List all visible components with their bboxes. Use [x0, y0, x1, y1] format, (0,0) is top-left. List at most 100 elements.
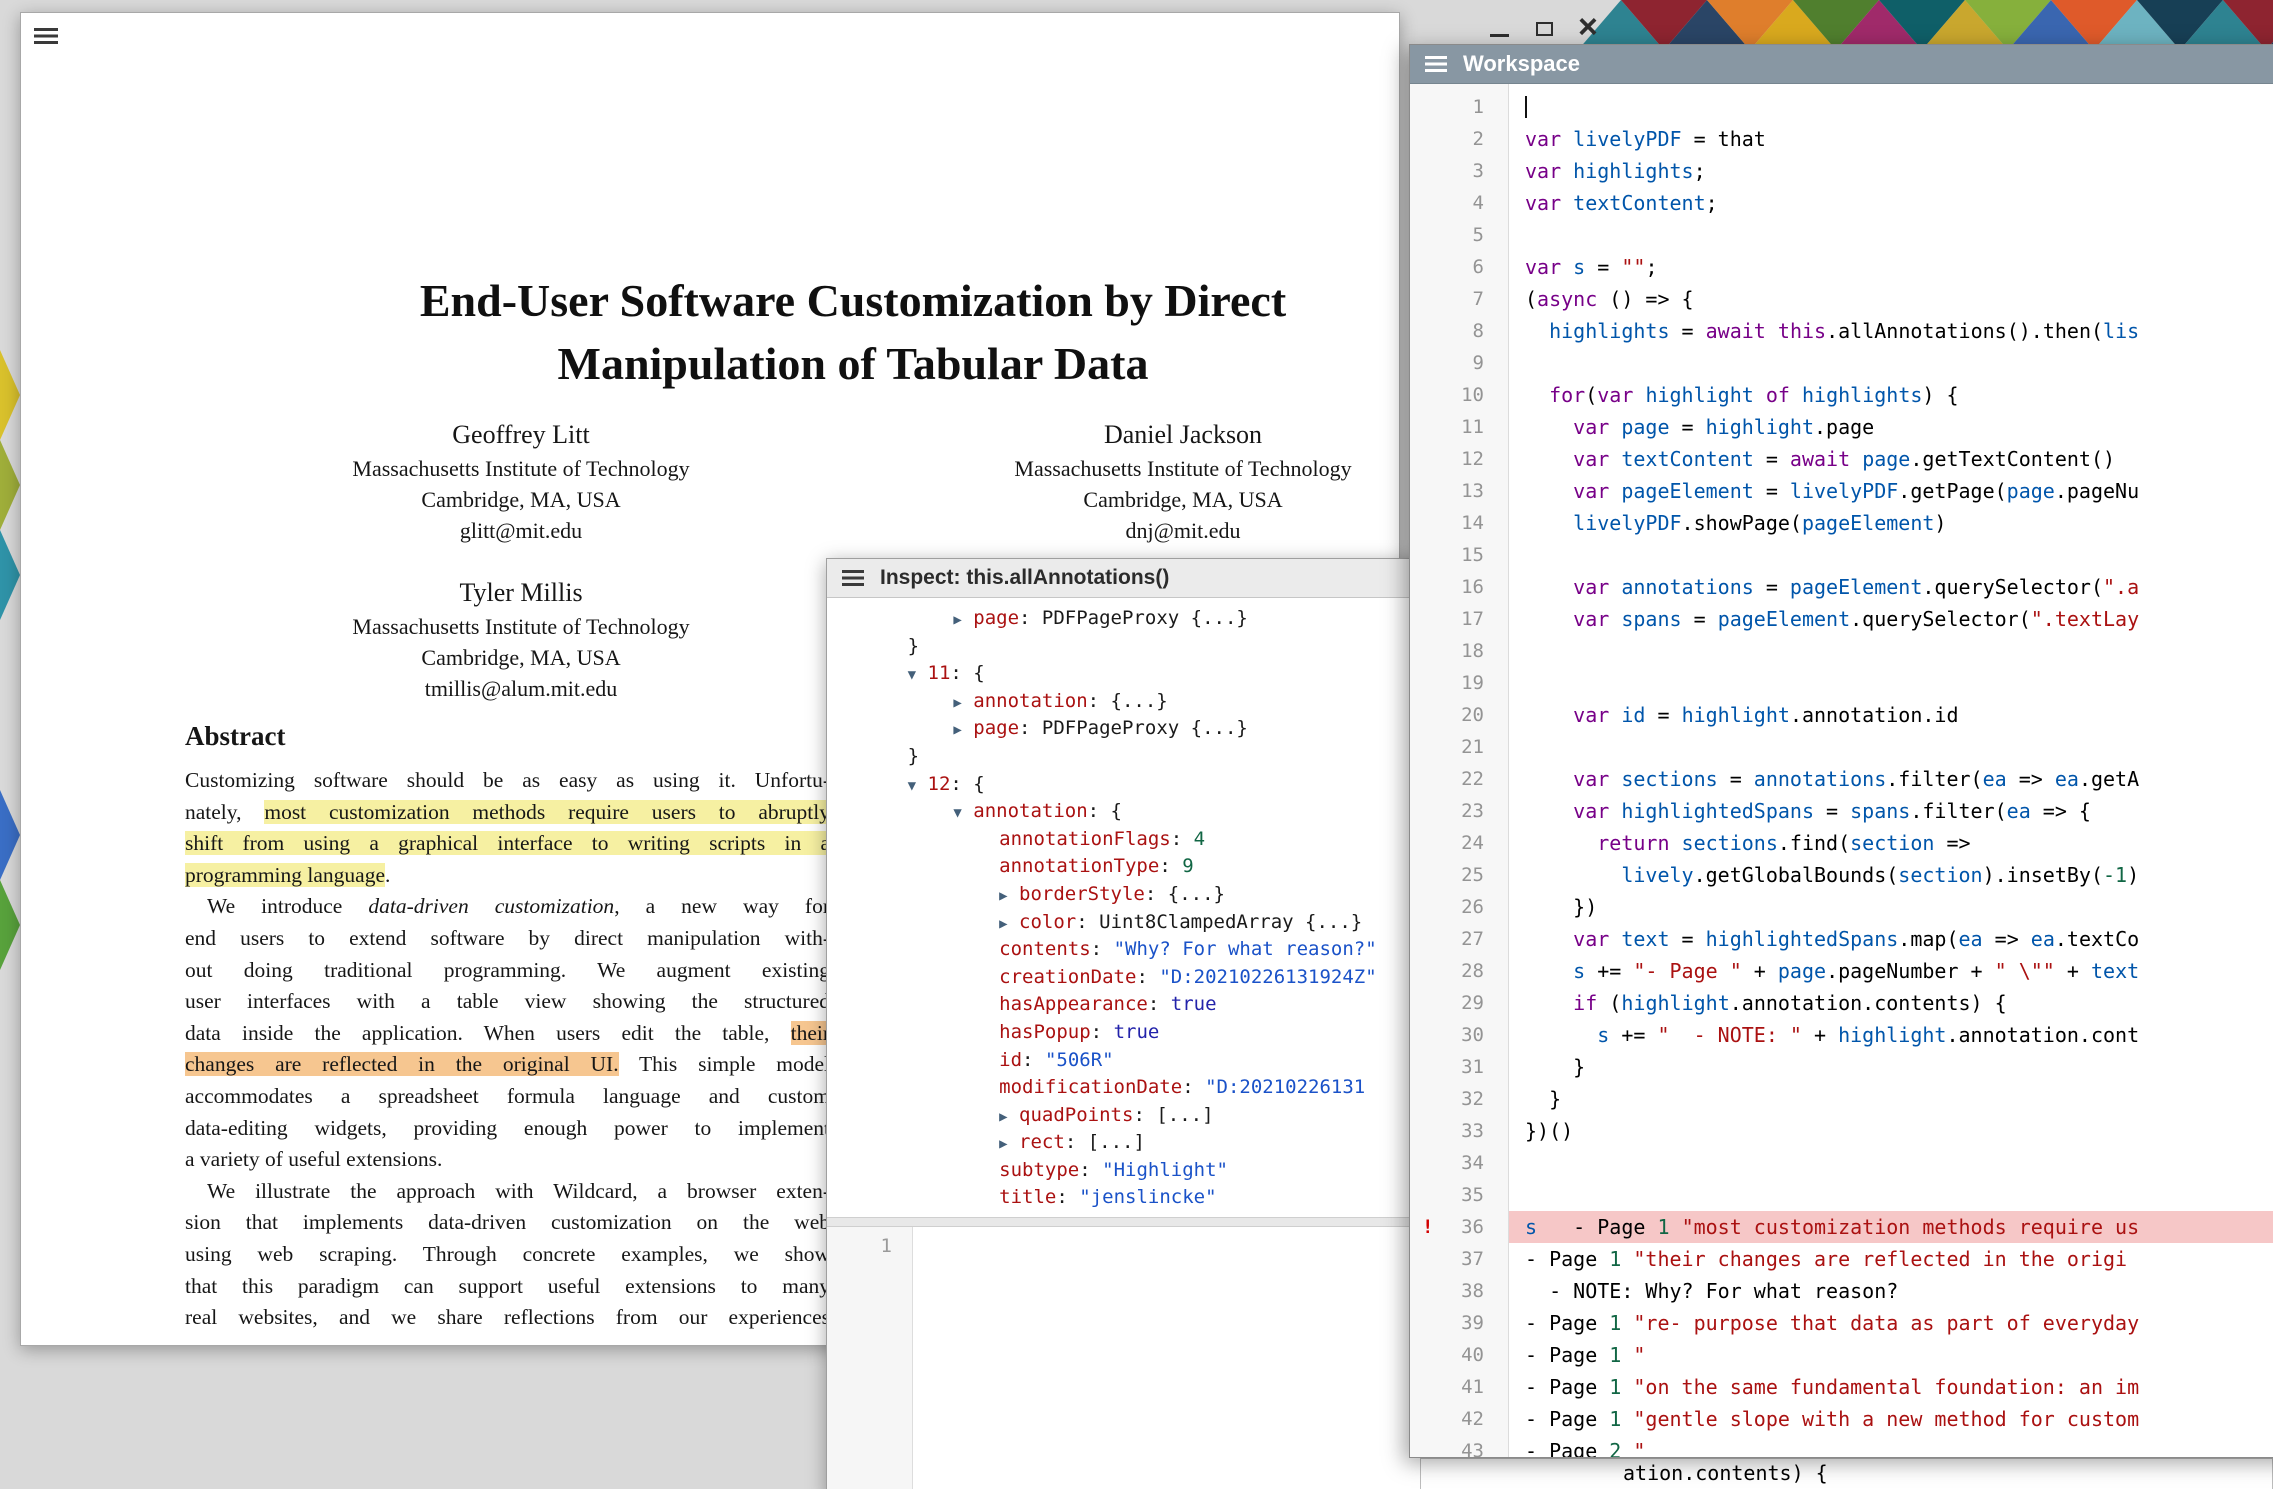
code-line[interactable]: [1509, 1179, 2273, 1211]
code-line[interactable]: var highlightedSpans = spans.filter(ea =…: [1509, 795, 2273, 827]
code-line[interactable]: - Page 1 "on the same fundamental founda…: [1509, 1371, 2273, 1403]
code-line[interactable]: var annotations = pageElement.querySelec…: [1509, 571, 2273, 603]
author-name: Geoffrey Litt: [185, 417, 857, 453]
code-line[interactable]: s += "- Page " + page.pageNumber + " \""…: [1509, 955, 2273, 987]
author-email: tmillis@alum.mit.edu: [185, 673, 857, 704]
line-number-gutter-cell: 1: [1410, 91, 1509, 123]
line-number: 1: [881, 1235, 892, 1257]
workspace-titlebar[interactable]: Workspace: [1410, 45, 2273, 84]
author-affiliation: Massachusetts Institute of Technology: [185, 453, 857, 484]
workspace-editor[interactable]: 12var livelyPDF = that3var highlights;4v…: [1410, 84, 2273, 1457]
line-number-gutter-cell: 20: [1410, 699, 1509, 731]
hamburger-menu-icon[interactable]: [1425, 56, 1447, 72]
code-line[interactable]: if (highlight.annotation.contents) {: [1509, 987, 2273, 1019]
fragment-code-text: ation.contents) {: [1623, 1461, 1828, 1485]
line-number-gutter-cell: 42: [1410, 1403, 1509, 1435]
paper-title-line1: End-User Software Customization by Direc…: [21, 269, 1400, 332]
line-number-gutter-cell: 28: [1410, 955, 1509, 987]
abstract-line: using web scraping. Through concrete exa…: [185, 1239, 830, 1271]
code-line[interactable]: - Page 1 ": [1509, 1339, 2273, 1371]
code-line[interactable]: var text = highlightedSpans.map(ea => ea…: [1509, 923, 2273, 955]
code-line[interactable]: }): [1509, 891, 2273, 923]
line-number-gutter-cell: 27: [1410, 923, 1509, 955]
line-number-gutter-cell: 25: [1410, 859, 1509, 891]
code-line[interactable]: s += " - NOTE: " + highlight.annotation.…: [1509, 1019, 2273, 1051]
line-number-gutter-cell: 5: [1410, 219, 1509, 251]
code-line[interactable]: var livelyPDF = that: [1509, 123, 2273, 155]
line-number-gutter-cell: 23: [1410, 795, 1509, 827]
line-number-gutter-cell: 15: [1410, 539, 1509, 571]
line-number-gutter-cell: 7: [1410, 283, 1509, 315]
close-icon[interactable]: ×: [1578, 10, 1598, 44]
code-line[interactable]: }: [1509, 1051, 2273, 1083]
code-line[interactable]: - Page 1 "their changes are reflected in…: [1509, 1243, 2273, 1275]
line-number-gutter-cell: 16: [1410, 571, 1509, 603]
code-line[interactable]: [1509, 91, 2273, 123]
code-line[interactable]: - Page 1 "re- purpose that data as part …: [1509, 1307, 2273, 1339]
code-line[interactable]: [1509, 731, 2273, 763]
line-number-gutter-cell: !36: [1410, 1211, 1509, 1243]
abstract-line: We introduce data-driven customization, …: [185, 891, 830, 923]
abstract-line: shift from using a graphical interface t…: [185, 828, 830, 860]
code-line[interactable]: [1509, 667, 2273, 699]
inspector-title: Inspect: this.allAnnotations(): [880, 566, 1169, 590]
code-line[interactable]: [1509, 219, 2273, 251]
line-number-gutter-cell: 38: [1410, 1275, 1509, 1307]
code-line[interactable]: }: [1509, 1083, 2273, 1115]
line-number-gutter-cell: 10: [1410, 379, 1509, 411]
line-number-gutter-cell: 18: [1410, 635, 1509, 667]
code-line[interactable]: var spans = pageElement.querySelector(".…: [1509, 603, 2273, 635]
workspace-title: Workspace: [1463, 51, 1580, 77]
code-line[interactable]: - Page 1 "gentle slope with a new method…: [1509, 1403, 2273, 1435]
abstract-line: out doing traditional programming. We au…: [185, 955, 830, 987]
abstract-line: accommodates a spreadsheet formula langu…: [185, 1081, 830, 1113]
code-line[interactable]: var s = "";: [1509, 251, 2273, 283]
code-line[interactable]: var pageElement = livelyPDF.getPage(page…: [1509, 475, 2273, 507]
abstract-line: Customizing software should be as easy a…: [185, 765, 830, 797]
author-location: Cambridge, MA, USA: [847, 484, 1400, 515]
code-line[interactable]: })(): [1509, 1115, 2273, 1147]
code-line[interactable]: [1509, 635, 2273, 667]
code-line[interactable]: var highlights;: [1509, 155, 2273, 187]
line-number-gutter-cell: 17: [1410, 603, 1509, 635]
error-marker-icon[interactable]: !: [1422, 1211, 1433, 1243]
hamburger-menu-icon[interactable]: [34, 28, 58, 45]
abstract-line: nately, most customization methods requi…: [185, 797, 830, 829]
minimize-icon[interactable]: [1490, 22, 1509, 37]
line-number-gutter-cell: 33: [1410, 1115, 1509, 1147]
line-number-gutter-cell: 29: [1410, 987, 1509, 1019]
maximize-icon[interactable]: [1536, 22, 1553, 36]
abstract-line: data inside the application. When users …: [185, 1018, 830, 1050]
code-line[interactable]: var sections = annotations.filter(ea => …: [1509, 763, 2273, 795]
code-line[interactable]: return sections.find(section =>: [1509, 827, 2273, 859]
code-line[interactable]: livelyPDF.showPage(pageElement): [1509, 507, 2273, 539]
author-email: dnj@mit.edu: [847, 515, 1400, 546]
code-line[interactable]: [1509, 347, 2273, 379]
background-window-fragment: ation.contents) {: [1420, 1458, 2273, 1489]
line-number-gutter-cell: 37: [1410, 1243, 1509, 1275]
abstract-line: end users to extend software by direct m…: [185, 923, 830, 955]
code-line[interactable]: - Page 2 ": [1509, 1435, 2273, 1457]
line-number-gutter-cell: 19: [1410, 667, 1509, 699]
abstract-line: a variety of useful extensions.: [185, 1144, 830, 1176]
abstract-heading: Abstract: [185, 721, 285, 752]
line-number-gutter-cell: 6: [1410, 251, 1509, 283]
line-number-gutter-cell: 8: [1410, 315, 1509, 347]
code-line[interactable]: (async () => {: [1509, 283, 2273, 315]
code-line[interactable]: var id = highlight.annotation.id: [1509, 699, 2273, 731]
code-line[interactable]: [1509, 539, 2273, 571]
code-line[interactable]: - NOTE: Why? For what reason?: [1509, 1275, 2273, 1307]
author-affiliation: Massachusetts Institute of Technology: [847, 453, 1400, 484]
code-line[interactable]: lively.getGlobalBounds(section).insetBy(…: [1509, 859, 2273, 891]
abstract-text: Customizing software should be as easy a…: [185, 765, 830, 1334]
code-line[interactable]: [1509, 1147, 2273, 1179]
line-number-gutter-cell: 34: [1410, 1147, 1509, 1179]
code-line[interactable]: for(var highlight of highlights) {: [1509, 379, 2273, 411]
hamburger-menu-icon[interactable]: [842, 570, 864, 586]
workspace-window[interactable]: Workspace 12var livelyPDF = that3var hig…: [1409, 44, 2273, 1458]
code-line[interactable]: var textContent = await page.getTextCont…: [1509, 443, 2273, 475]
code-line[interactable]: s - Page 1 "most customization methods r…: [1509, 1211, 2273, 1243]
code-line[interactable]: var textContent;: [1509, 187, 2273, 219]
code-line[interactable]: var page = highlight.page: [1509, 411, 2273, 443]
code-line[interactable]: highlights = await this.allAnnotations()…: [1509, 315, 2273, 347]
